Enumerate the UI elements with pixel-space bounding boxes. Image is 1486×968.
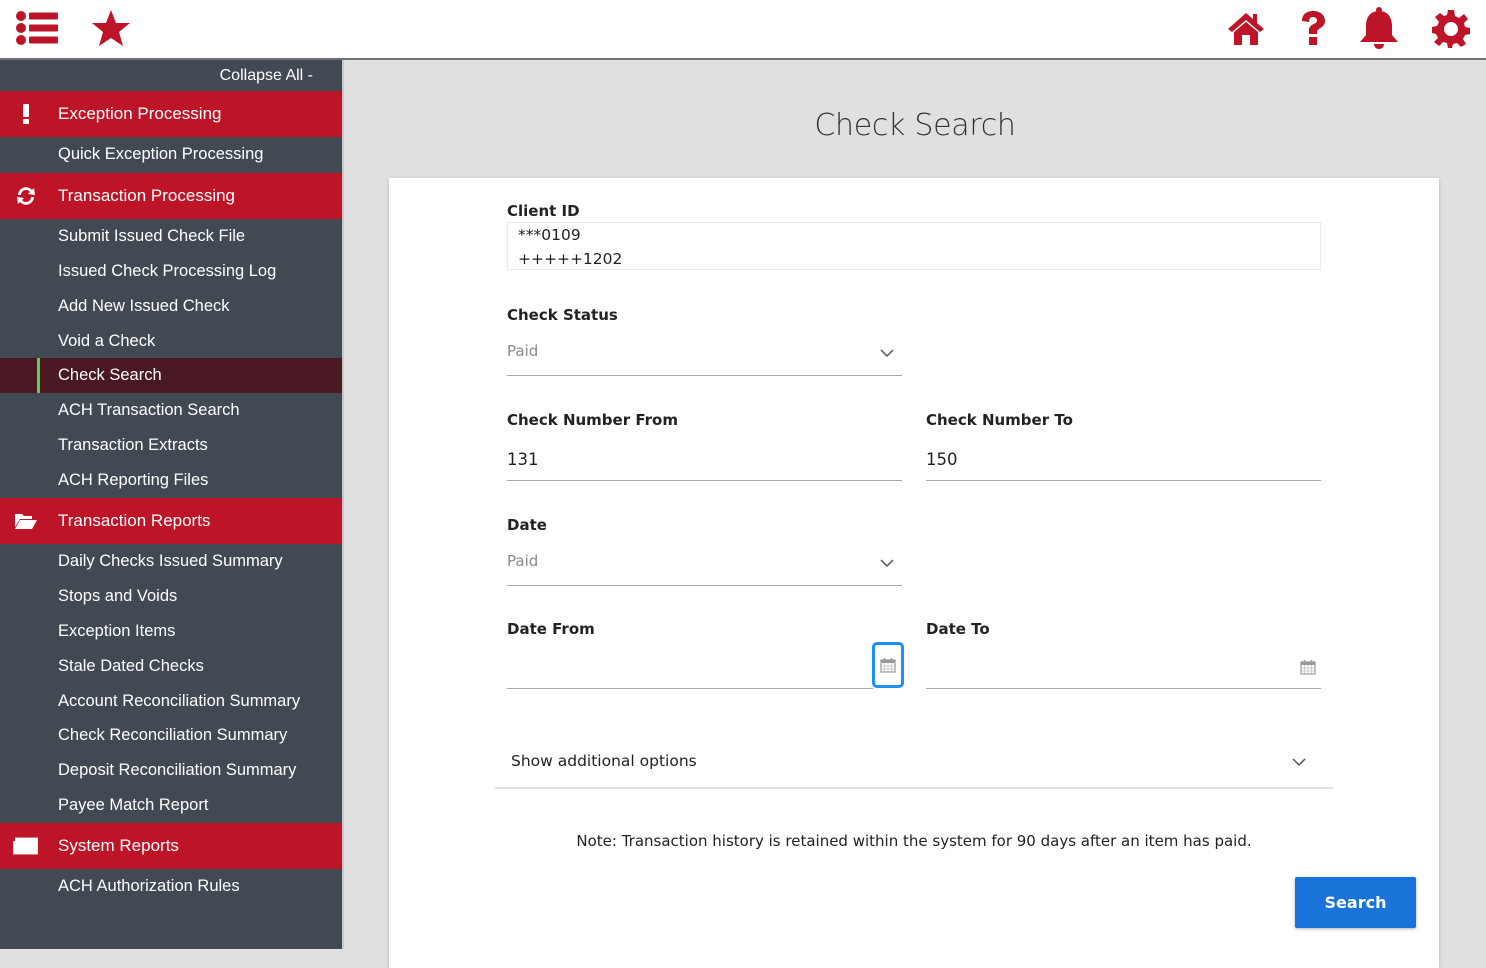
check-number-to-label: Check Number To <box>926 411 1073 429</box>
client-id-label: Client ID <box>507 202 580 220</box>
sidebar-group-transaction-reports[interactable]: Transaction Reports <box>0 498 342 545</box>
sidebar-group-label: Exception Processing <box>58 104 222 123</box>
client-id-option[interactable]: ***0109 <box>518 223 1320 247</box>
check-number-to-value: 150 <box>926 450 958 469</box>
sidebar-item-check-search[interactable]: Check Search <box>0 358 342 394</box>
exclamation-icon <box>0 103 58 125</box>
menu-list-icon[interactable] <box>15 8 59 48</box>
sidebar-item-stops-and-voids[interactable]: Stops and Voids <box>0 579 342 614</box>
sidebar-item-exception-items[interactable]: Exception Items <box>0 614 342 649</box>
chevron-down-icon <box>880 349 894 358</box>
sidebar-item-payee-match-report[interactable]: Payee Match Report <box>0 788 342 823</box>
field-underline <box>926 688 1321 689</box>
sidebar-group-label: System Reports <box>58 836 179 856</box>
retention-note: Note: Transaction history is retained wi… <box>576 832 1252 850</box>
check-number-from-label: Check Number From <box>507 411 678 429</box>
date-type-select[interactable]: Paid <box>507 544 902 586</box>
top-bar <box>0 0 1486 60</box>
favorites-star-icon[interactable] <box>89 8 133 48</box>
search-button[interactable]: Search <box>1295 877 1416 928</box>
sidebar-group-transaction-processing[interactable]: Transaction Processing <box>0 172 342 219</box>
refresh-icon <box>0 185 58 207</box>
notifications-bell-icon[interactable] <box>1357 7 1401 49</box>
page-title: Check Search <box>814 108 1016 143</box>
collapse-all-toggle[interactable]: Collapse All - <box>0 60 342 91</box>
date-to-label: Date To <box>926 620 990 638</box>
sidebar-group-label: Transaction Reports <box>58 511 211 531</box>
folder-open-icon <box>0 512 58 530</box>
client-id-multiselect[interactable]: ***0109 +++++1202 <box>507 222 1321 270</box>
check-status-select[interactable]: Paid <box>507 334 902 376</box>
sidebar-item-add-new-issued-check[interactable]: Add New Issued Check <box>0 289 342 324</box>
field-underline <box>507 688 873 689</box>
sidebar-nav: Collapse All - Exception Processing Quic… <box>0 60 342 949</box>
sidebar-group-label: Transaction Processing <box>58 185 236 205</box>
field-underline <box>926 480 1321 481</box>
date-from-label: Date From <box>507 620 595 638</box>
newspaper-icon <box>0 837 58 855</box>
field-underline <box>507 585 902 586</box>
date-type-value: Paid <box>507 552 539 570</box>
show-additional-options-label: Show additional options <box>511 752 697 770</box>
sidebar-item-void-a-check[interactable]: Void a Check <box>0 324 342 359</box>
date-to-input[interactable] <box>926 644 1321 690</box>
sidebar-item-check-reconciliation-summary[interactable]: Check Reconciliation Summary <box>0 718 342 753</box>
chevron-down-icon <box>880 559 894 568</box>
client-id-option[interactable]: +++++1202 <box>518 247 1320 269</box>
date-to-calendar-button[interactable] <box>1292 644 1324 690</box>
sidebar-item-account-reconciliation-summary[interactable]: Account Reconciliation Summary <box>0 684 342 719</box>
calendar-icon <box>880 658 896 673</box>
home-icon[interactable] <box>1224 8 1268 48</box>
sidebar-group-system-reports[interactable]: System Reports <box>0 823 342 870</box>
sidebar-item-issued-check-processing-log[interactable]: Issued Check Processing Log <box>0 254 342 289</box>
sidebar-item-quick-exception-processing[interactable]: Quick Exception Processing <box>0 137 342 172</box>
calendar-icon <box>1300 660 1316 675</box>
check-search-form: Client ID ***0109 +++++1202 Check Status… <box>389 178 1439 968</box>
date-from-calendar-button[interactable] <box>872 642 904 688</box>
help-icon[interactable] <box>1291 8 1335 48</box>
sidebar-item-daily-checks-issued-summary[interactable]: Daily Checks Issued Summary <box>0 544 342 579</box>
check-number-to-input[interactable]: 150 <box>926 440 1321 482</box>
check-status-value: Paid <box>507 342 539 360</box>
check-status-label: Check Status <box>507 306 618 324</box>
chevron-down-icon <box>1292 758 1306 767</box>
settings-gear-icon[interactable] <box>1429 8 1473 48</box>
sidebar-item-ach-transaction-search[interactable]: ACH Transaction Search <box>0 393 342 428</box>
sidebar-item-ach-authorization-rules[interactable]: ACH Authorization Rules <box>0 869 342 904</box>
check-number-from-value: 131 <box>507 450 539 469</box>
date-from-input[interactable] <box>507 642 904 690</box>
show-additional-options-toggle[interactable]: Show additional options <box>495 736 1333 789</box>
sidebar-item-deposit-reconciliation-summary[interactable]: Deposit Reconciliation Summary <box>0 753 342 788</box>
check-number-from-input[interactable]: 131 <box>507 440 902 482</box>
field-underline <box>507 375 902 376</box>
sidebar-item-stale-dated-checks[interactable]: Stale Dated Checks <box>0 649 342 684</box>
sidebar-item-ach-reporting-files[interactable]: ACH Reporting Files <box>0 463 342 498</box>
sidebar-item-submit-issued-check-file[interactable]: Submit Issued Check File <box>0 219 342 254</box>
field-underline <box>507 480 902 481</box>
sidebar-group-exception-processing[interactable]: Exception Processing <box>0 91 342 137</box>
sidebar-divider <box>342 60 344 949</box>
sidebar-item-transaction-extracts[interactable]: Transaction Extracts <box>0 428 342 463</box>
date-label: Date <box>507 516 547 534</box>
